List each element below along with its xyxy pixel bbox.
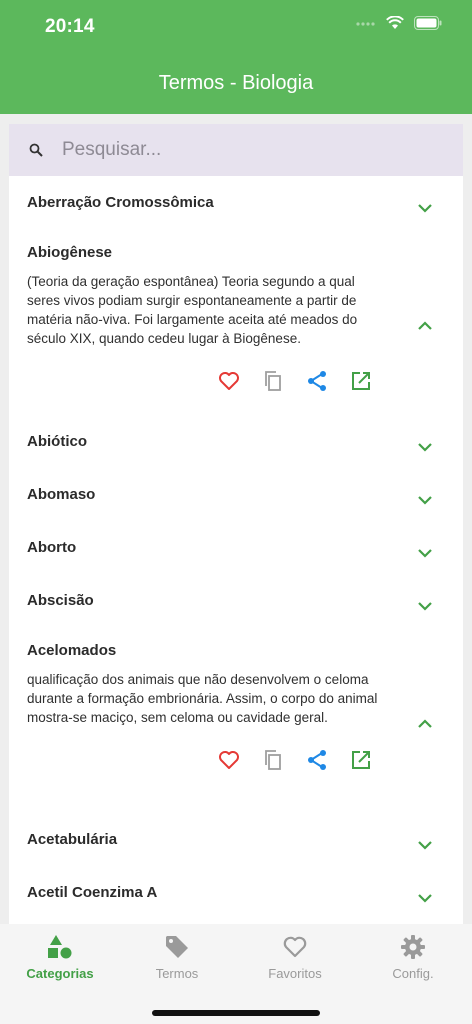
- chevron-down-icon[interactable]: [417, 200, 433, 213]
- term-row[interactable]: Abiótico: [9, 433, 463, 452]
- chevron-up-icon[interactable]: [417, 716, 433, 728]
- copy-icon[interactable]: [262, 749, 284, 771]
- search-icon: [29, 143, 43, 157]
- chevron-down-icon[interactable]: [417, 890, 433, 903]
- share-icon[interactable]: [306, 370, 328, 392]
- status-icons: [356, 16, 442, 30]
- nav-item-config[interactable]: Config.: [363, 934, 463, 981]
- categories-icon: [48, 935, 72, 959]
- share-icon[interactable]: [306, 749, 328, 771]
- term-row[interactable]: Aberração Cromossômica: [9, 194, 463, 213]
- chevron-up-icon[interactable]: [417, 318, 433, 330]
- nav-label-termos: Termos: [155, 966, 199, 981]
- term-title: Acetabulária: [27, 831, 118, 848]
- term-description: qualificação dos animais que não desenvo…: [27, 672, 378, 725]
- wifi-icon: [386, 16, 404, 29]
- heart-icon[interactable]: [218, 749, 240, 771]
- chevron-down-icon[interactable]: [417, 837, 433, 850]
- open-external-icon[interactable]: [350, 370, 372, 392]
- term-row[interactable]: Acetabulária: [9, 831, 463, 850]
- term-title: Aberração Cromossômica: [27, 194, 214, 211]
- term-title: Abscisão: [27, 592, 94, 609]
- chevron-down-icon[interactable]: [417, 492, 433, 505]
- chevron-down-icon[interactable]: [417, 598, 433, 611]
- nav-item-categorias[interactable]: Categorias: [10, 934, 110, 981]
- heart-outline-icon: [283, 936, 307, 958]
- nav-item-termos[interactable]: Termos: [127, 934, 227, 981]
- signal-icon: [356, 22, 375, 26]
- term-title: Abomaso: [27, 486, 96, 503]
- status-time: 20:14: [45, 16, 95, 37]
- page-title: Termos - Biologia: [158, 72, 314, 94]
- tag-icon: [166, 936, 188, 958]
- term-title: Acelomados: [27, 642, 117, 659]
- gear-icon: [401, 935, 425, 959]
- chevron-down-icon[interactable]: [417, 545, 433, 558]
- term-row[interactable]: Abscisão: [9, 592, 463, 611]
- nav-item-favoritos[interactable]: Favoritos: [245, 934, 345, 981]
- bottom-navigation: Categorias Termos Favoritos Config.: [0, 924, 472, 1024]
- terms-card: Aberração Cromossômica Abiogênese (Teoria …: [9, 124, 463, 924]
- term-row[interactable]: Abomaso: [9, 486, 463, 505]
- home-indicator: [152, 1010, 320, 1016]
- search-input[interactable]: [62, 139, 422, 161]
- term-title: Abiótico: [27, 433, 87, 450]
- nav-label-categorias: Categorias: [26, 966, 94, 981]
- term-title: Acetil Coenzima A: [27, 884, 158, 901]
- term-title: Aborto: [27, 539, 77, 556]
- search-bar[interactable]: [9, 124, 463, 176]
- heart-icon[interactable]: [218, 370, 240, 392]
- term-actions: [218, 370, 443, 392]
- term-actions: [218, 749, 443, 771]
- open-external-icon[interactable]: [350, 749, 372, 771]
- nav-label-config: Config.: [392, 966, 434, 981]
- term-title: Abiogênese: [27, 244, 113, 261]
- term-description: (Teoria da geração espontânea) Teoria se…: [27, 274, 358, 346]
- copy-icon[interactable]: [262, 370, 284, 392]
- nav-label-favoritos: Favoritos: [268, 966, 322, 981]
- term-row[interactable]: Aborto: [9, 539, 463, 558]
- battery-icon: [414, 16, 442, 30]
- term-row[interactable]: Acelomados qualificação dos animais que n…: [9, 642, 463, 771]
- term-row[interactable]: Abiogênese (Teoria da geração espontânea)…: [9, 244, 463, 392]
- term-row[interactable]: Acetil Coenzima A: [9, 884, 463, 903]
- app-header: 20:14 Termos - Biologia: [0, 0, 472, 114]
- chevron-down-icon[interactable]: [417, 439, 433, 452]
